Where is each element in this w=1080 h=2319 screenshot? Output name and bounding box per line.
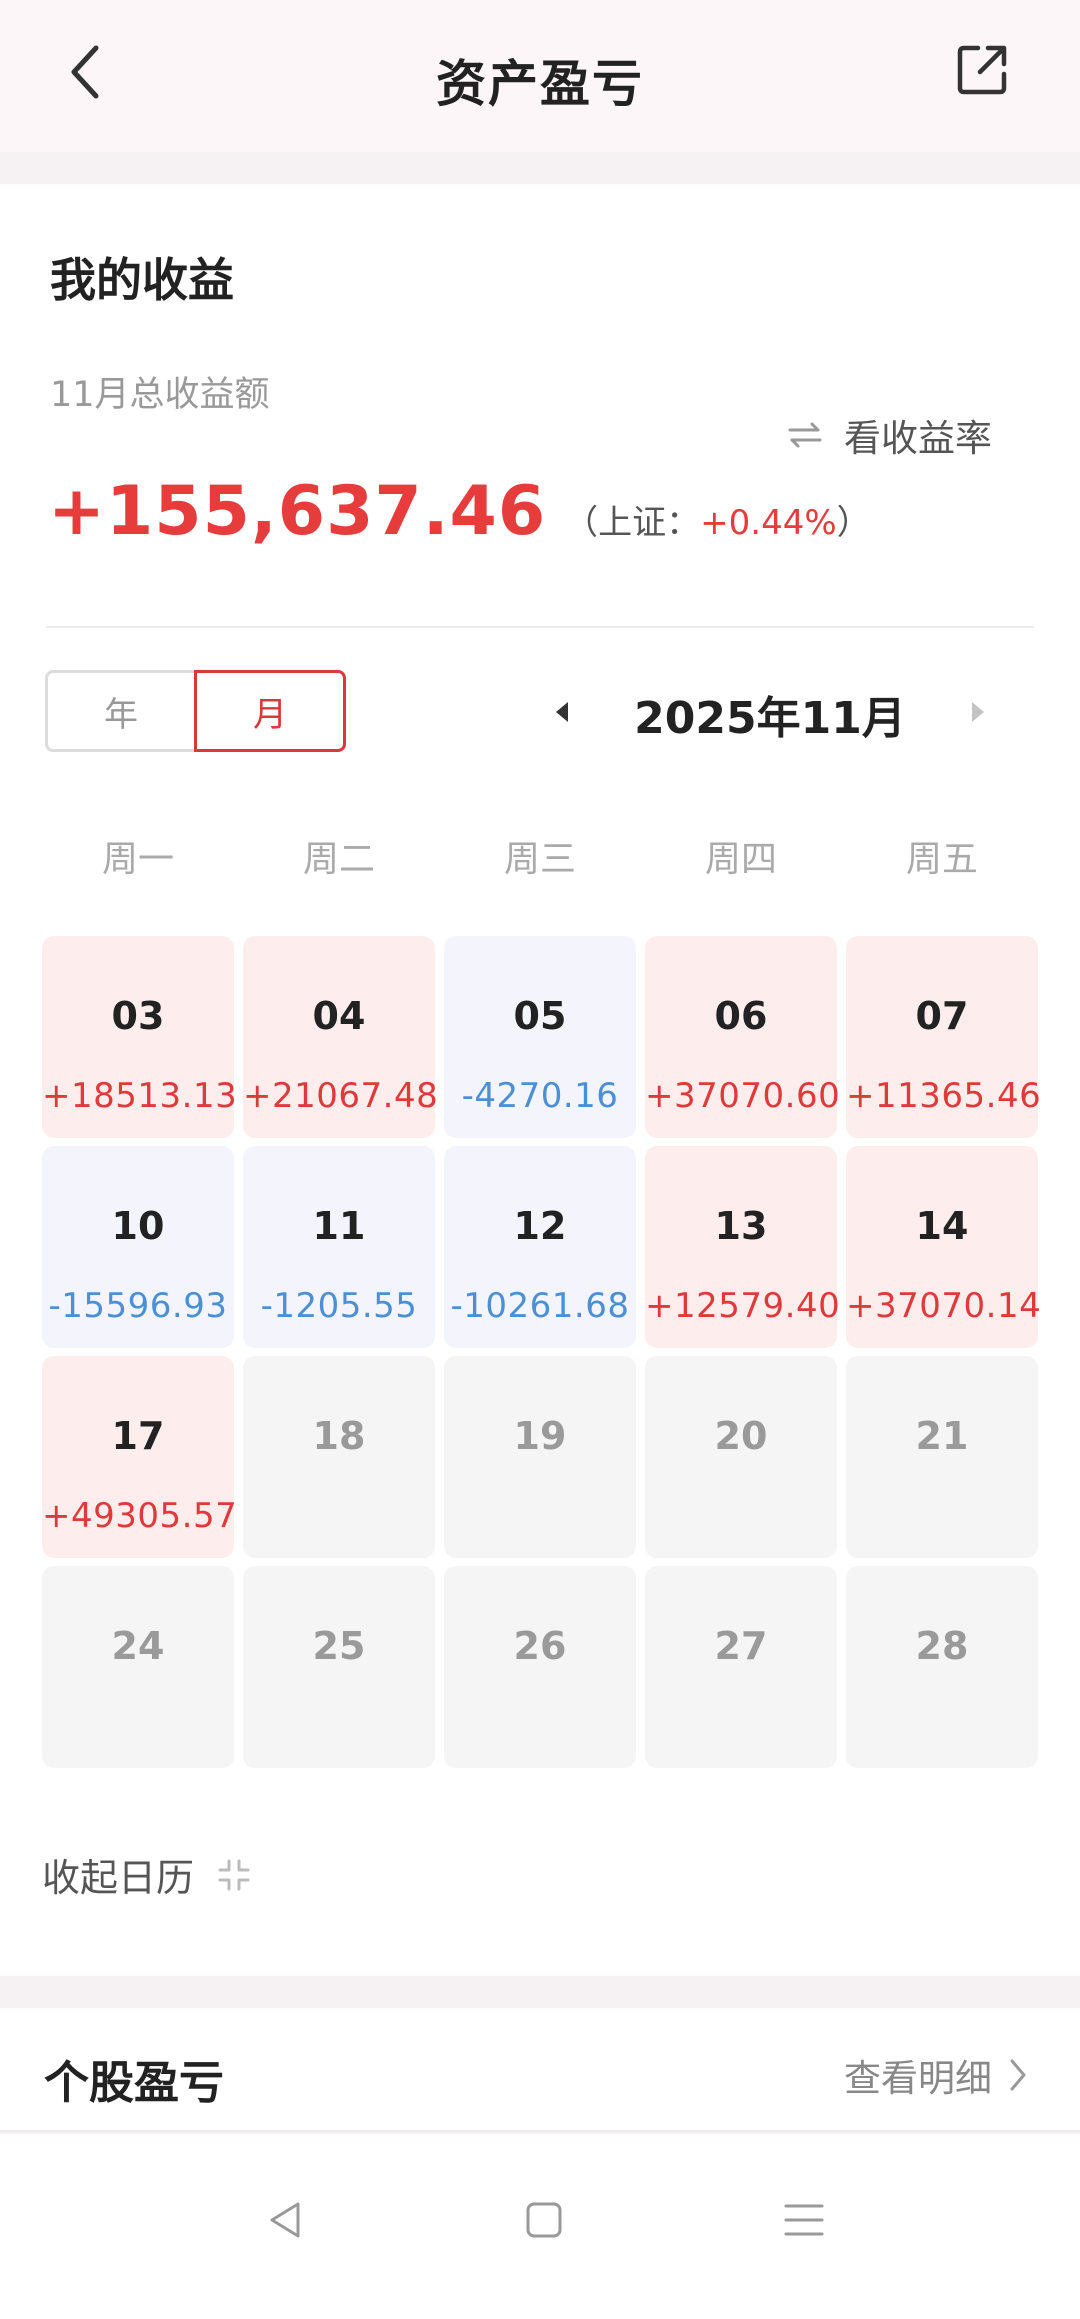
day-number: 10 xyxy=(111,1204,165,1248)
day-pnl: +37070.14 xyxy=(846,1286,1042,1326)
calendar-day[interactable]: 04 +21067.48 xyxy=(243,936,439,1138)
day-number: 27 xyxy=(714,1624,768,1668)
day-number: 19 xyxy=(513,1414,567,1458)
day-pnl: +37070.60 xyxy=(645,1076,841,1116)
calendar-day[interactable]: 07 +11365.46 xyxy=(846,936,1042,1138)
calendar-day[interactable]: 17 +49305.57 xyxy=(42,1356,238,1558)
month-navigator: 2025年11月 xyxy=(540,682,1000,744)
month-tab[interactable]: 月 xyxy=(194,670,346,752)
section-title: 我的收益 xyxy=(50,253,234,307)
earnings-card: 我的收益 11月总收益额 看收益率 +155,637.46 （上证：+0.44%… xyxy=(0,184,1080,1976)
calendar-day[interactable]: 25 xyxy=(243,1566,435,1768)
day-pnl: -4270.16 xyxy=(461,1076,619,1116)
toggle-return-rate-button[interactable]: 看收益率 xyxy=(786,408,992,462)
divider xyxy=(46,626,1034,628)
day-pnl: +11365.46 xyxy=(846,1076,1042,1116)
day-pnl: -10261.68 xyxy=(450,1286,630,1326)
square-home-icon xyxy=(526,2202,562,2238)
stock-pnl-title: 个股盈亏 xyxy=(44,2056,225,2109)
day-pnl: +12579.40 xyxy=(645,1286,841,1326)
top-bar: 资产盈亏 xyxy=(0,0,1080,152)
current-month: 2025年11月 xyxy=(634,693,906,744)
nav-back-button[interactable] xyxy=(256,2190,316,2250)
benchmark: （上证：+0.44%） xyxy=(564,495,871,544)
day-pnl: +49305.57 xyxy=(42,1496,238,1536)
calendar-day[interactable]: 26 xyxy=(444,1566,636,1768)
weekday-header: 周一 周二 周三 周四 周五 xyxy=(42,830,1038,882)
triangle-back-icon xyxy=(270,2202,300,2238)
day-number: 07 xyxy=(915,994,969,1038)
day-number: 25 xyxy=(312,1624,366,1668)
weekday-label: 周二 xyxy=(302,839,375,880)
stock-pnl-card: 个股盈亏 查看明细 xyxy=(0,2008,1080,2132)
benchmark-percent: +0.44% xyxy=(700,503,837,543)
menu-lines-icon xyxy=(784,2204,824,2236)
day-pnl: +21067.48 xyxy=(243,1076,439,1116)
total-earnings: +155,637.46 xyxy=(48,472,547,551)
calendar-day[interactable]: 03 +18513.13 xyxy=(42,936,238,1138)
share-external-icon xyxy=(957,45,1007,95)
nav-menu-button[interactable] xyxy=(774,2190,834,2250)
calendar-day[interactable]: 05 -4270.16 xyxy=(444,936,636,1138)
triangle-right-icon xyxy=(972,702,984,722)
nav-home-button[interactable] xyxy=(514,2190,574,2250)
calendar-day[interactable]: 18 xyxy=(243,1356,435,1558)
system-nav-bar xyxy=(0,2134,1080,2319)
day-number: 13 xyxy=(714,1204,768,1248)
calendar-day[interactable]: 27 xyxy=(645,1566,837,1768)
day-pnl: -1205.55 xyxy=(260,1286,418,1326)
view-details-label: 查看明细 xyxy=(844,2057,992,2100)
benchmark-suffix: ） xyxy=(836,503,871,543)
day-number: 21 xyxy=(915,1414,969,1458)
calendar-day[interactable]: 11 -1205.55 xyxy=(243,1146,435,1348)
month-total-label: 11月总收益额 xyxy=(50,375,270,415)
weekday-label: 周一 xyxy=(101,839,174,880)
chevron-right-icon xyxy=(1010,2059,1026,2091)
calendar-day[interactable]: 10 -15596.93 xyxy=(42,1146,234,1348)
calendar-day[interactable]: 20 xyxy=(645,1356,837,1558)
day-number: 20 xyxy=(714,1414,768,1458)
weekday-label: 周五 xyxy=(905,839,978,880)
calendar-day[interactable]: 13 +12579.40 xyxy=(645,1146,841,1348)
calendar-day[interactable]: 28 xyxy=(846,1566,1038,1768)
weekday-label: 周三 xyxy=(503,839,576,880)
benchmark-prefix: （上证： xyxy=(564,503,701,543)
calendar-day[interactable]: 14 +37070.14 xyxy=(846,1146,1042,1348)
day-number: 11 xyxy=(312,1204,366,1248)
calendar-day[interactable]: 21 xyxy=(846,1356,1038,1558)
day-number: 05 xyxy=(513,994,567,1038)
calendar-day[interactable]: 19 xyxy=(444,1356,636,1558)
triangle-left-icon xyxy=(556,702,568,722)
next-month-button[interactable] xyxy=(956,690,1000,734)
period-switch: 年 月 xyxy=(45,670,346,752)
day-number: 04 xyxy=(312,994,366,1038)
day-number: 24 xyxy=(111,1624,165,1668)
calendar-day[interactable]: 06 +37070.60 xyxy=(645,936,841,1138)
collapse-calendar-button[interactable]: 收起日历 xyxy=(42,1847,252,1902)
day-number: 03 xyxy=(111,994,165,1038)
day-number: 18 xyxy=(312,1414,366,1458)
collapse-label: 收起日历 xyxy=(42,1856,195,1900)
total-row: +155,637.46 （上证：+0.44%） xyxy=(48,472,871,551)
year-tab[interactable]: 年 xyxy=(45,670,197,752)
day-number: 06 xyxy=(714,994,768,1038)
calendar-grid: 03 +18513.13 04 +21067.48 05 -4270.16 06 +37070… xyxy=(42,936,1042,1768)
day-pnl: -15596.93 xyxy=(48,1286,228,1326)
collapse-icon xyxy=(218,1859,250,1890)
toggle-label: 看收益率 xyxy=(844,417,992,460)
calendar-day[interactable]: 24 xyxy=(42,1566,234,1768)
day-pnl: +18513.13 xyxy=(42,1076,238,1116)
day-number: 14 xyxy=(915,1204,969,1248)
day-number: 26 xyxy=(513,1624,567,1668)
day-number: 12 xyxy=(513,1204,567,1248)
day-number: 28 xyxy=(915,1624,969,1668)
weekday-label: 周四 xyxy=(704,839,777,880)
prev-month-button[interactable] xyxy=(540,690,584,734)
swap-icon xyxy=(788,422,822,448)
calendar-day[interactable]: 12 -10261.68 xyxy=(444,1146,636,1348)
page-title: 资产盈亏 xyxy=(436,55,644,113)
share-button[interactable] xyxy=(954,42,1010,98)
view-details-link[interactable]: 查看明细 xyxy=(844,2048,1028,2102)
day-number: 17 xyxy=(111,1414,165,1458)
